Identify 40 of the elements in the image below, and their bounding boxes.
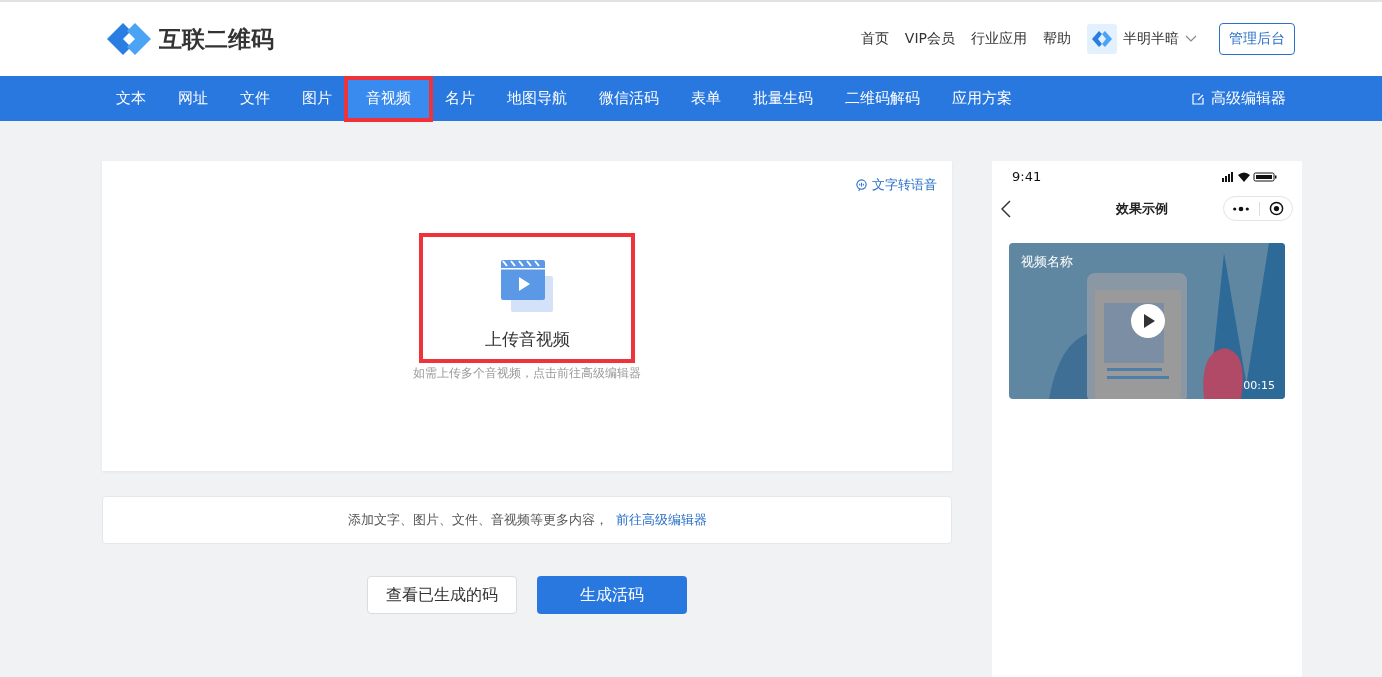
nav-tab[interactable]: 批量生码 bbox=[737, 76, 829, 121]
logo-icon bbox=[105, 21, 153, 57]
chevron-down-icon[interactable] bbox=[1185, 35, 1197, 43]
nav-tab[interactable]: 文件 bbox=[224, 76, 286, 121]
speech-icon bbox=[855, 178, 868, 192]
generate-button[interactable]: 生成活码 bbox=[537, 576, 687, 614]
upload-hint: 如需上传多个音视频，点击前往高级编辑器 bbox=[413, 365, 641, 382]
video-icon bbox=[499, 258, 555, 314]
view-codes-button[interactable]: 查看已生成的码 bbox=[367, 576, 517, 614]
preview-title: 效果示例 bbox=[1116, 199, 1168, 218]
play-button-icon[interactable] bbox=[1131, 304, 1165, 338]
close-icon[interactable] bbox=[1269, 201, 1284, 216]
admin-button[interactable]: 管理后台 bbox=[1219, 23, 1295, 55]
video-duration: 00:15 bbox=[1243, 379, 1275, 392]
upload-area[interactable]: 上传音视频 bbox=[419, 233, 635, 363]
status-time: 9:41 bbox=[1012, 169, 1042, 184]
nav-tab[interactable]: 名片 bbox=[429, 76, 491, 121]
header-link[interactable]: 帮助 bbox=[1043, 30, 1071, 48]
advanced-editor-link[interactable]: 高级编辑器 bbox=[1191, 89, 1286, 108]
avatar-icon bbox=[1087, 24, 1117, 54]
advanced-editor-link[interactable]: 前往高级编辑器 bbox=[615, 511, 707, 529]
header-link[interactable]: 首页 bbox=[860, 30, 889, 48]
video-title: 视频名称 bbox=[1021, 253, 1073, 271]
header-link[interactable]: 行业应用 bbox=[971, 30, 1027, 48]
more-icon[interactable] bbox=[1232, 205, 1250, 212]
nav-tab[interactable]: 表单 bbox=[675, 76, 737, 121]
edit-icon bbox=[1191, 91, 1205, 106]
nav-tab[interactable]: 文本 bbox=[100, 76, 162, 121]
back-icon[interactable] bbox=[1001, 199, 1011, 218]
nav-tab[interactable]: 微信活码 bbox=[583, 76, 675, 121]
nav-tab[interactable]: 二维码解码 bbox=[829, 76, 936, 121]
more-content-text: 添加文字、图片、文件、音视频等更多内容， bbox=[347, 511, 608, 529]
nav-tab[interactable]: 图片 bbox=[286, 76, 348, 121]
brand-name: 互联二维码 bbox=[159, 24, 274, 54]
text-to-speech-link[interactable]: 文字转语音 bbox=[855, 176, 937, 194]
user-name[interactable]: 半明半暗 bbox=[1123, 30, 1179, 48]
header-link[interactable]: VIP会员 bbox=[904, 30, 955, 48]
nav-tab[interactable]: 网址 bbox=[162, 76, 224, 121]
nav-tab[interactable]: 地图导航 bbox=[491, 76, 583, 121]
nav-tab[interactable]: 应用方案 bbox=[936, 76, 1028, 121]
